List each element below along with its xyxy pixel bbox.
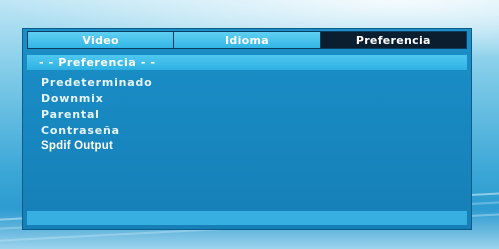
option-downmix[interactable]: Downmix <box>41 90 471 106</box>
status-bar <box>27 211 467 225</box>
tab-idioma[interactable]: Idioma <box>174 32 321 48</box>
tv-screen: Video Idioma Preferencia - - Preferencia… <box>0 0 499 249</box>
tab-video[interactable]: Video <box>28 32 175 48</box>
option-contrasena[interactable]: Contraseña <box>41 122 471 138</box>
option-parental[interactable]: Parental <box>41 106 471 122</box>
section-title: - - Preferencia - - <box>39 56 156 69</box>
options-list: Predeterminado Downmix Parental Contrase… <box>23 74 471 154</box>
option-predeterminado[interactable]: Predeterminado <box>41 74 471 90</box>
section-header: - - Preferencia - - <box>27 55 467 70</box>
option-spdif-output[interactable]: Spdif Output <box>41 138 471 154</box>
tab-preferencia[interactable]: Preferencia <box>320 32 466 48</box>
tab-bar: Video Idioma Preferencia <box>27 31 467 49</box>
setup-menu-panel: Video Idioma Preferencia - - Preferencia… <box>22 28 472 230</box>
